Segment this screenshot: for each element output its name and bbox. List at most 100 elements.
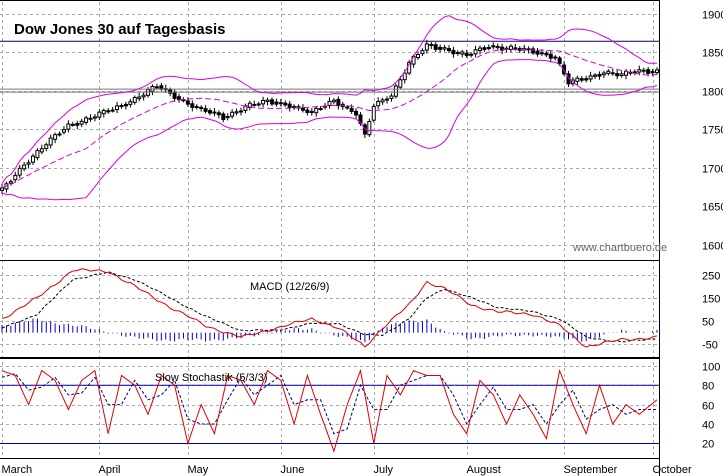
candle-body: [278, 102, 283, 105]
candle-body: [327, 100, 332, 106]
candle-body: [491, 45, 496, 48]
candle-body: [473, 49, 478, 55]
candle-body: [256, 103, 261, 106]
macd-tick-label: -50: [702, 340, 718, 352]
candle-body: [376, 100, 381, 107]
candle-body: [438, 46, 443, 50]
stoch-tick-label: 20: [702, 439, 714, 451]
candle-body: [367, 120, 372, 136]
candle-body: [22, 164, 27, 170]
candle-body: [168, 89, 173, 94]
candle-body: [26, 162, 31, 165]
candle-body: [234, 111, 239, 114]
price-tick-label: 16000: [702, 241, 723, 253]
candle-body: [300, 107, 305, 111]
candle-body: [101, 109, 106, 115]
price-tick-label: 16500: [702, 202, 723, 214]
candle-body: [482, 47, 487, 50]
candle-body: [544, 52, 549, 56]
candle-body: [433, 44, 438, 50]
candle-body: [385, 98, 390, 101]
candle-body: [132, 96, 137, 103]
candle-body: [655, 69, 659, 74]
candle-body: [225, 116, 230, 119]
candle-body: [305, 109, 310, 114]
candle-body: [141, 94, 146, 98]
stoch-title: Slow Stochastik (5/3/3): [155, 372, 268, 384]
x-tick-label: October: [653, 464, 692, 476]
price-tick-label: 17500: [702, 125, 723, 137]
candle-body: [66, 123, 71, 130]
candle-body: [548, 53, 553, 59]
candle-body: [137, 96, 142, 100]
candle-body: [336, 98, 341, 107]
candle-body: [190, 103, 195, 108]
candle-body: [601, 72, 606, 76]
candle-body: [345, 106, 350, 109]
macd-tick-label: 250: [702, 271, 720, 283]
candle-body: [619, 73, 624, 77]
candle-body: [8, 181, 13, 184]
candle-body: [464, 52, 469, 57]
macd-tick-label: 150: [702, 294, 720, 306]
candle-body: [115, 105, 120, 111]
candle-body: [615, 73, 620, 77]
candle-body: [261, 99, 266, 105]
candle-body: [416, 54, 421, 59]
candle-body: [61, 129, 66, 133]
candle-body: [593, 74, 598, 77]
candle-body: [597, 73, 602, 77]
stoch-tick-label: 100: [702, 362, 720, 374]
candle-body: [420, 50, 425, 55]
candle-body: [429, 43, 434, 46]
candle-body: [57, 133, 62, 136]
candle-body: [48, 137, 53, 146]
candle-body: [119, 104, 124, 107]
stoch-tick-label: 80: [702, 381, 714, 393]
candle-body: [79, 120, 84, 125]
candle-body: [185, 100, 190, 105]
candle-body: [442, 47, 447, 50]
candle-body: [283, 102, 288, 106]
x-tick-label: July: [374, 464, 394, 476]
candle-body: [39, 148, 44, 153]
candle-body: [221, 113, 226, 121]
candle-body: [579, 78, 584, 81]
stoch-tick-label: 60: [702, 401, 714, 413]
candle-body: [331, 99, 336, 103]
price-tick-label: 17000: [702, 164, 723, 176]
candle-body: [424, 43, 429, 51]
candle-body: [371, 105, 376, 121]
candle-body: [35, 150, 40, 159]
candle-body: [75, 123, 80, 126]
candle-body: [17, 167, 22, 176]
candle-body: [584, 78, 589, 81]
candle-body: [88, 117, 93, 120]
candle-body: [650, 71, 655, 74]
price-tick-label: 19000: [702, 10, 723, 22]
candle-body: [393, 85, 398, 97]
candle-body: [177, 96, 182, 101]
dow-jones-chart: Dow Jones 30 auf Tagesbasis www.chartbue…: [0, 0, 723, 476]
macd-tick-label: 50: [702, 317, 714, 329]
candle-body: [354, 110, 359, 116]
candle-body: [314, 107, 319, 114]
candle-body: [44, 144, 49, 149]
candle-body: [110, 109, 115, 112]
x-tick-label: May: [188, 464, 209, 476]
candle-body: [92, 116, 97, 119]
stoch-tick-label: 40: [702, 420, 714, 432]
candle-body: [53, 134, 58, 140]
candle-body: [513, 47, 518, 50]
watermark: www.chartbuero.de: [572, 242, 667, 254]
candle-body: [539, 52, 544, 55]
candle-body: [194, 106, 199, 109]
candle-body: [208, 110, 213, 114]
chart-title: Dow Jones 30 auf Tagesbasis: [14, 21, 225, 38]
candle-body: [349, 107, 354, 112]
candle-body: [469, 53, 474, 56]
candle-body: [637, 69, 642, 73]
candle-body: [123, 103, 128, 107]
candle-body: [575, 77, 580, 82]
candle-body: [486, 46, 491, 49]
